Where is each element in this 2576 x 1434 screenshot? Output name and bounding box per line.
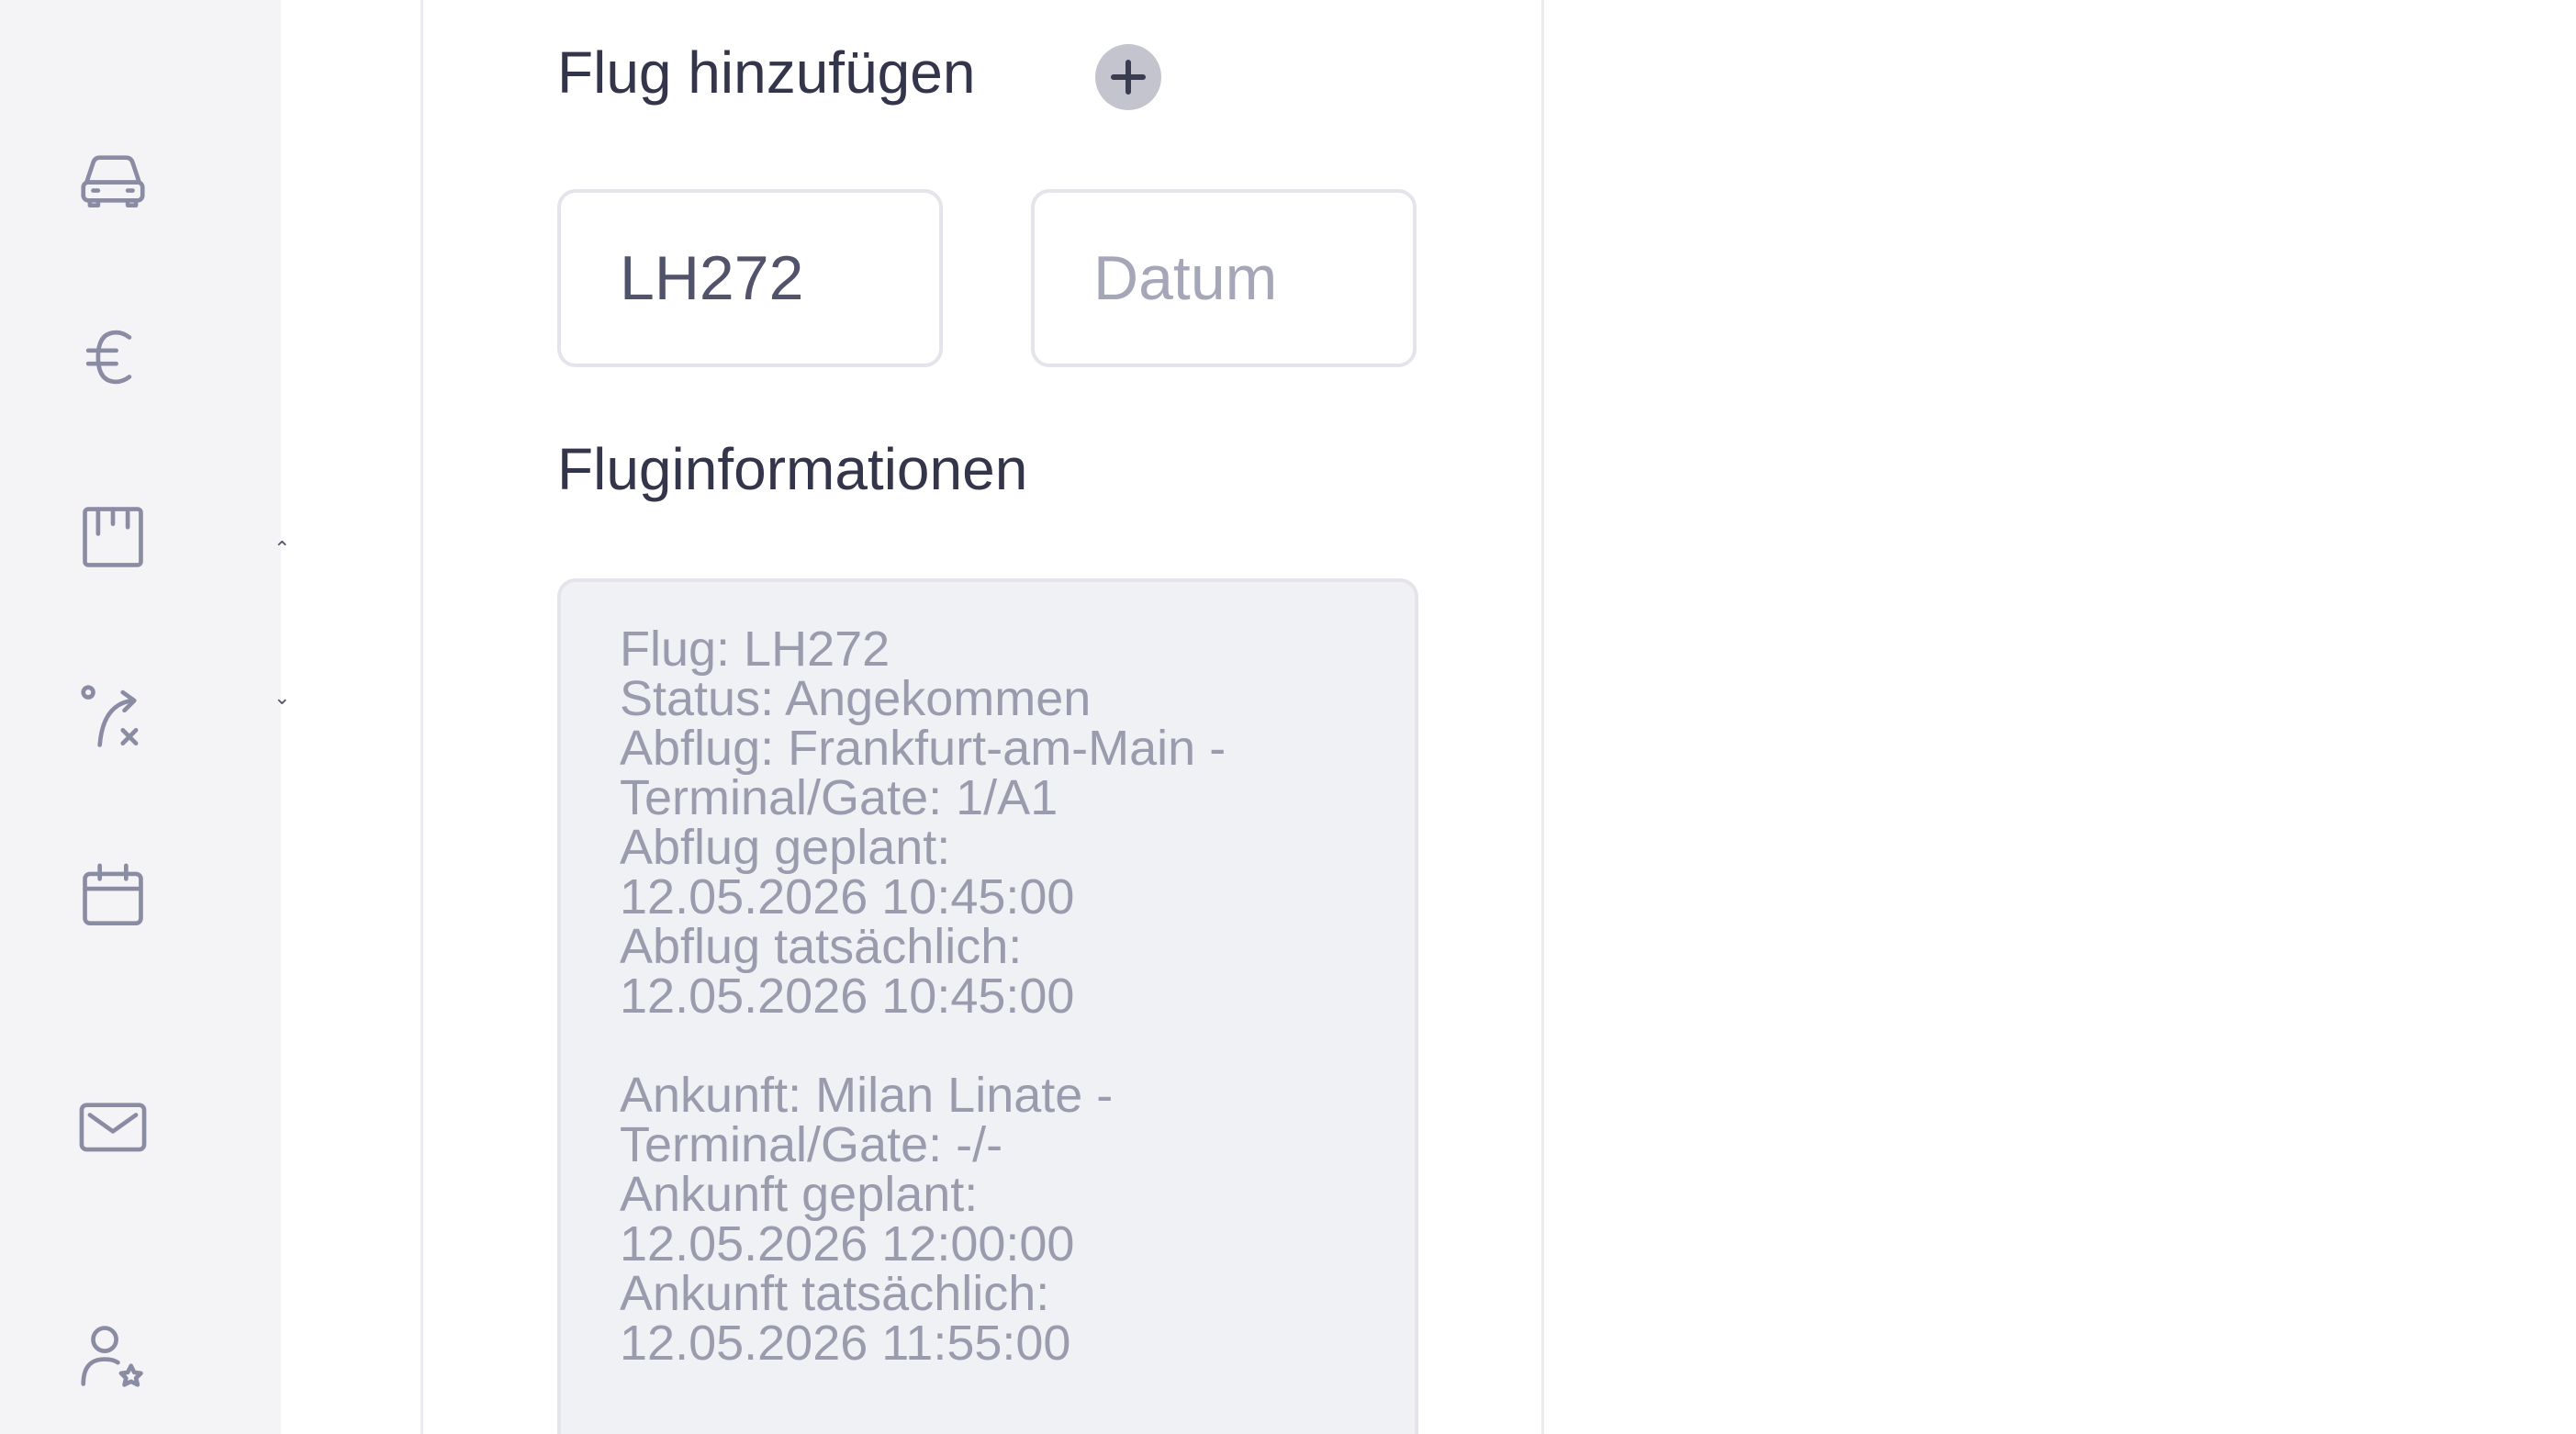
info-line: Ankunft: Milan Linate - [620, 1068, 1114, 1123]
calendar-icon [83, 863, 143, 925]
app-root: ⌃ ⌄ Flug hinzufügen Fluginformationen Fl… [0, 0, 2576, 1434]
sidebar-item-route[interactable] [64, 668, 162, 766]
mail-icon [79, 1103, 147, 1152]
info-line: Status: Angekommen [620, 671, 1092, 726]
info-line [620, 1021, 1415, 1070]
collapse-up-icon[interactable]: ⌃ [274, 539, 290, 559]
sidebar-item-board[interactable] [64, 488, 162, 586]
date-input[interactable] [1031, 189, 1417, 367]
user-star-icon [81, 1326, 143, 1387]
route-cancel-icon [81, 685, 139, 747]
collapsed-column [281, 0, 420, 1434]
info-line: Terminal/Gate: -/- [620, 1117, 1003, 1172]
plus-icon [1111, 60, 1146, 95]
flight-number-input[interactable] [557, 189, 943, 367]
info-line: Ankunft geplant: [620, 1167, 979, 1222]
sidebar-item-user[interactable] [64, 1307, 162, 1405]
sidebar-item-mail[interactable] [64, 1078, 162, 1175]
flight-info-box: Flug: LH272 Status: Angekommen Abflug: F… [557, 578, 1418, 1434]
euro-icon [85, 330, 132, 385]
info-line: Ankunft tatsächlich: [620, 1266, 1050, 1321]
info-line: Abflug: Frankfurt-am-Main - [620, 721, 1226, 776]
sidebar-item-calendar[interactable] [64, 848, 162, 946]
sidebar-item-car[interactable] [64, 130, 162, 228]
sidebar [0, 0, 281, 1434]
car-icon [81, 155, 145, 207]
board-icon [83, 507, 143, 567]
info-line: 12.05.2026 12:00:00 [620, 1216, 1075, 1272]
flight-panel: Flug hinzufügen Fluginformationen Flug: … [420, 0, 1544, 1434]
info-line: 12.05.2026 10:45:00 [620, 869, 1075, 924]
info-line: Abflug tatsächlich: [620, 919, 1023, 974]
info-line: Terminal/Gate: 1/A1 [620, 770, 1058, 825]
collapse-down-icon[interactable]: ⌄ [274, 688, 290, 708]
flight-info-title: Fluginformationen [557, 436, 1028, 502]
info-line: 12.05.2026 11:55:00 [620, 1316, 1071, 1371]
info-line: Abflug geplant: [620, 820, 951, 875]
add-flight-button[interactable] [1095, 44, 1161, 110]
info-line: 12.05.2026 10:45:00 [620, 969, 1075, 1024]
sidebar-item-finance[interactable] [64, 308, 162, 406]
info-line: Flug: LH272 [620, 622, 890, 677]
add-flight-title: Flug hinzufügen [557, 39, 976, 106]
